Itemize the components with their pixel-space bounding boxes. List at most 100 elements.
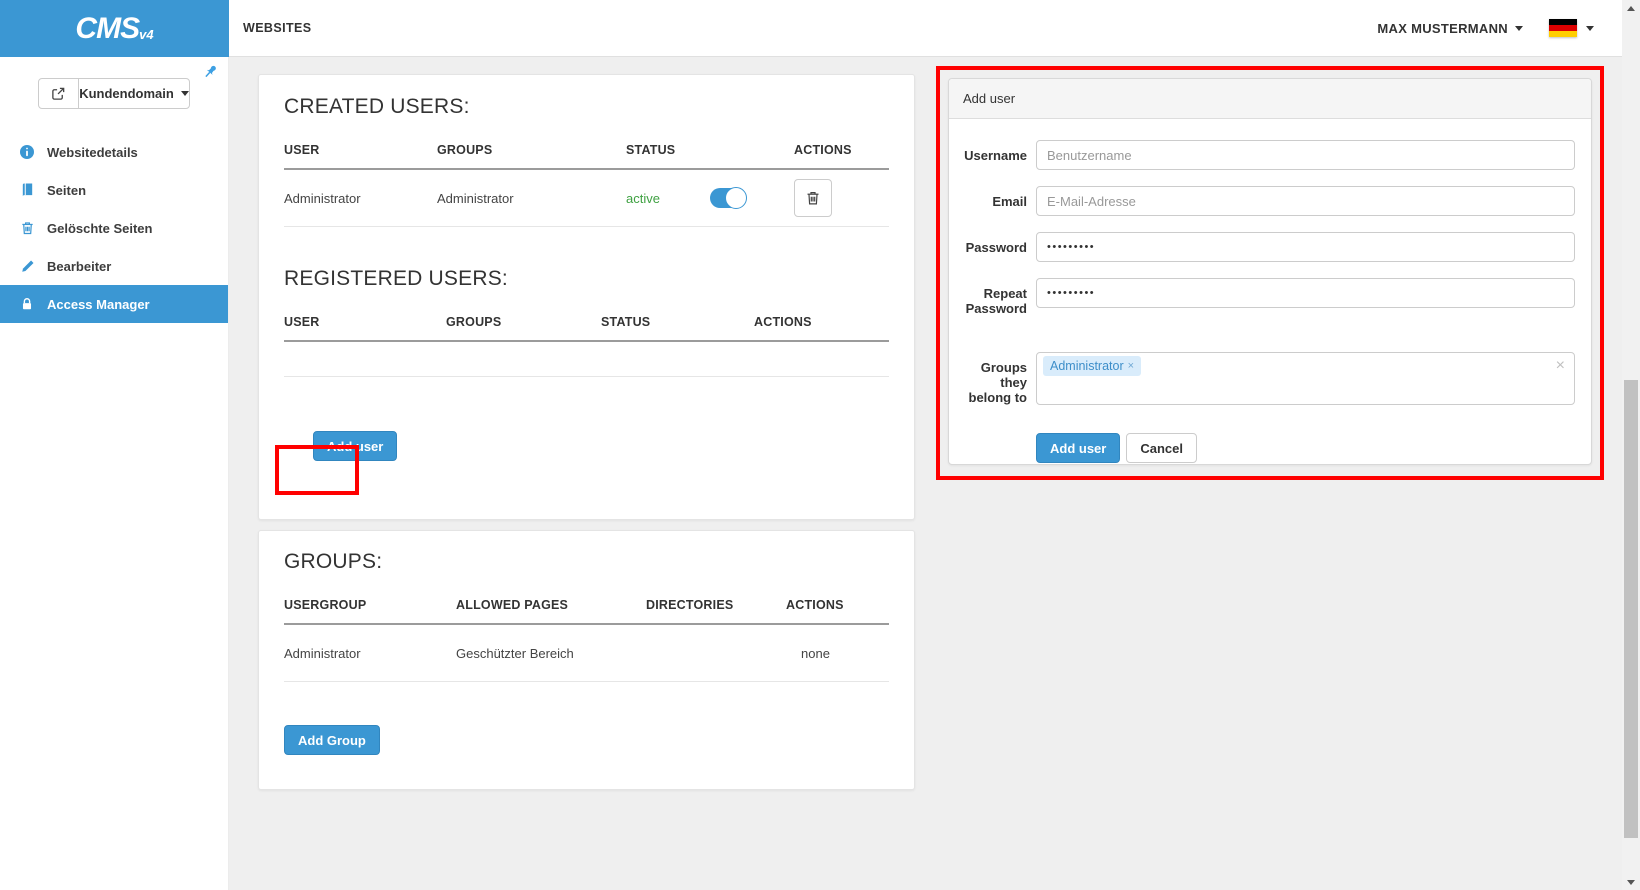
group-tag-label: Administrator: [1050, 359, 1124, 373]
external-link-icon[interactable]: [39, 79, 79, 108]
table-row: Administrator Administrator active: [284, 170, 889, 226]
brand-text: CMS: [75, 12, 139, 46]
sidebar-item-bearbeiter[interactable]: Bearbeiter: [0, 247, 228, 285]
chevron-down-icon: [181, 91, 189, 96]
scrollbar[interactable]: [1622, 0, 1640, 890]
form-row-email: Email: [955, 186, 1575, 216]
scroll-down-button[interactable]: [1622, 874, 1640, 890]
trash-icon: [805, 190, 821, 206]
created-users-header: USER GROUPS STATUS ACTIONS: [284, 143, 889, 170]
add-user-form: Username Email Password Repeat Password …: [949, 119, 1591, 463]
nav-websites[interactable]: WEBSITES: [243, 21, 311, 35]
sidebar-item-label: Bearbeiter: [47, 259, 111, 274]
topnav-right: MAX MUSTERMANN: [1377, 19, 1594, 37]
repeat-password-field[interactable]: [1036, 278, 1575, 308]
groups-label: Groups they belong to: [955, 352, 1027, 405]
users-card: CREATED USERS: USER GROUPS STATUS ACTION…: [258, 74, 915, 520]
sidebar-item-label: Websitedetails: [47, 145, 138, 160]
groups-title: GROUPS:: [284, 550, 889, 574]
sidebar-item-seiten[interactable]: Seiten: [0, 171, 228, 209]
chevron-down-icon: [1586, 26, 1594, 31]
email-field[interactable]: [1036, 186, 1575, 216]
cell-directories: [646, 625, 786, 681]
add-user-button[interactable]: Add user: [313, 431, 397, 461]
column-header: USER: [284, 315, 446, 340]
domain-selector-label-segment[interactable]: Kundendomain: [79, 79, 189, 108]
column-header: STATUS: [601, 315, 754, 340]
submit-add-user-button[interactable]: Add user: [1036, 433, 1120, 463]
sidebar-item-label: Access Manager: [47, 297, 150, 312]
registered-users-header: USER GROUPS STATUS ACTIONS: [284, 315, 889, 342]
column-header: GROUPS: [446, 315, 601, 340]
group-tag: Administrator ×: [1043, 356, 1141, 376]
book-icon: [17, 182, 37, 198]
brand-version: v4: [139, 27, 153, 42]
scrollbar-thumb[interactable]: [1624, 380, 1638, 838]
add-group-button[interactable]: Add Group: [284, 725, 380, 755]
pencil-icon: [17, 259, 37, 274]
sidebar: Kundendomain Websitedetails Seiten: [0, 57, 229, 890]
cell-usergroup: Administrator: [284, 625, 456, 681]
add-user-panel: Add user Username Email Password Repeat …: [948, 78, 1592, 465]
form-row-password: Password: [955, 232, 1575, 262]
email-label: Email: [955, 186, 1027, 216]
groups-card: GROUPS: USERGROUP ALLOWED PAGES DIRECTOR…: [258, 530, 915, 790]
domain-selector-label: Kundendomain: [79, 86, 174, 101]
german-flag-icon: [1549, 19, 1577, 37]
groups-multiselect[interactable]: Administrator × ×: [1036, 352, 1575, 405]
cell-actions: none: [786, 625, 889, 681]
password-label: Password: [955, 232, 1027, 262]
remove-tag-icon[interactable]: ×: [1128, 360, 1134, 372]
pushpin-icon[interactable]: [202, 63, 219, 80]
brand-logo[interactable]: CMS v4: [0, 0, 229, 57]
sidebar-nav: Websitedetails Seiten Gelöschte Seiten: [0, 133, 228, 323]
table-row: Administrator Geschützter Bereich none: [284, 625, 889, 681]
column-header: ACTIONS: [754, 315, 889, 340]
add-user-panel-title: Add user: [949, 79, 1591, 119]
registered-users-title: REGISTERED USERS:: [284, 267, 889, 291]
triangle-up-icon: [1627, 6, 1635, 11]
username-label: Username: [955, 140, 1027, 170]
sidebar-item-label: Gelöschte Seiten: [47, 221, 152, 236]
status-toggle[interactable]: [710, 188, 745, 208]
cell-user: Administrator: [284, 170, 437, 226]
domain-selector[interactable]: Kundendomain: [38, 78, 190, 109]
clear-select-icon[interactable]: ×: [1556, 358, 1565, 374]
column-header: USERGROUP: [284, 598, 456, 623]
delete-user-button[interactable]: [794, 179, 832, 217]
empty-table-row: [284, 342, 889, 377]
lock-icon: [17, 296, 37, 312]
column-header: GROUPS: [437, 143, 626, 168]
sidebar-item-label: Seiten: [47, 183, 86, 198]
cell-allowed-pages: Geschützter Bereich: [456, 625, 646, 681]
column-header: ACTIONS: [786, 598, 889, 623]
user-menu-label: MAX MUSTERMANN: [1377, 21, 1508, 36]
top-navbar: WEBSITES MAX MUSTERMANN: [229, 0, 1622, 57]
form-row-repeat-password: Repeat Password: [955, 278, 1575, 316]
column-header: ACTIONS: [794, 143, 889, 168]
language-menu[interactable]: [1549, 19, 1594, 37]
trash-icon: [17, 220, 37, 236]
column-header: USER: [284, 143, 437, 168]
cell-groups: Administrator: [437, 170, 626, 226]
column-header: ALLOWED PAGES: [456, 598, 646, 623]
sidebar-item-access-manager[interactable]: Access Manager: [0, 285, 228, 323]
username-field[interactable]: [1036, 140, 1575, 170]
sidebar-item-geloeschte-seiten[interactable]: Gelöschte Seiten: [0, 209, 228, 247]
form-row-groups: Groups they belong to Administrator × ×: [955, 352, 1575, 405]
toggle-knob: [725, 187, 747, 209]
user-menu[interactable]: MAX MUSTERMANN: [1377, 21, 1523, 36]
info-icon: [17, 144, 37, 160]
triangle-down-icon: [1627, 880, 1635, 885]
repeat-password-label: Repeat Password: [955, 278, 1027, 316]
chevron-down-icon: [1515, 26, 1523, 31]
cell-actions: [794, 170, 889, 226]
password-field[interactable]: [1036, 232, 1575, 262]
status-badge: active: [626, 191, 660, 206]
panel-buttons: Add user Cancel: [1036, 433, 1575, 463]
scroll-up-button[interactable]: [1622, 0, 1640, 16]
sidebar-item-websitedetails[interactable]: Websitedetails: [0, 133, 228, 171]
divider: [284, 226, 889, 227]
cancel-button[interactable]: Cancel: [1126, 433, 1197, 463]
form-row-username: Username: [955, 140, 1575, 170]
